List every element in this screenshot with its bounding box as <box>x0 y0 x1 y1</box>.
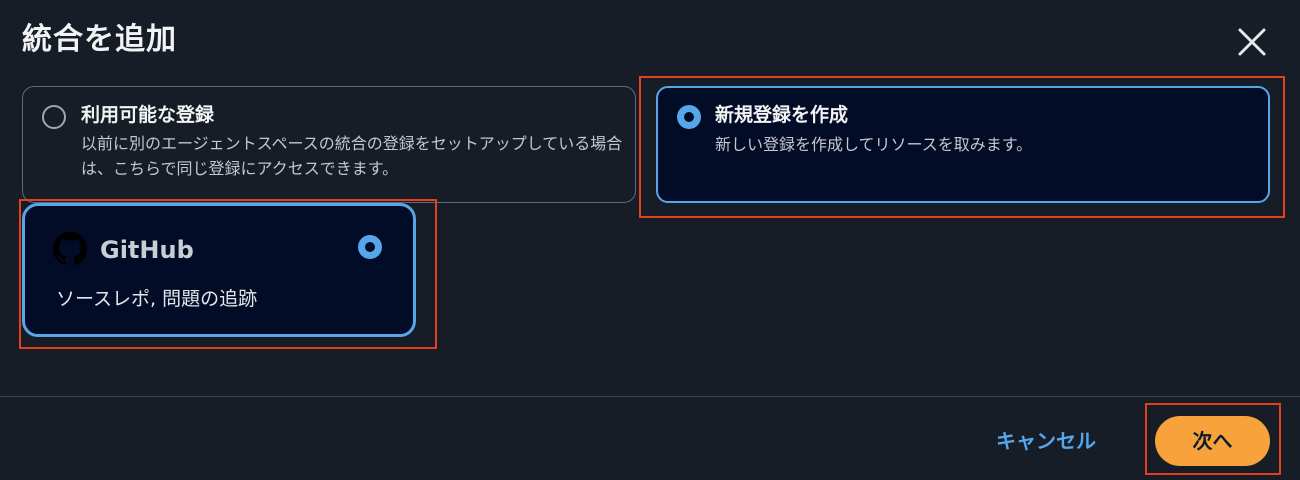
option-existing-description: 以前に別のエージェントスペースの統合の登録をセットアップしている場合は、こちらで… <box>81 134 623 178</box>
option-new-registration[interactable]: 新規登録を作成 新しい登録を作成してリソースを取みます。 <box>656 86 1270 203</box>
option-new-label: 新規登録を作成 <box>715 104 849 126</box>
add-integration-modal: 統合を追加 利用可能な登録 以前に別のエージェントスペースの統合の登録をセットア… <box>0 0 1300 480</box>
footer-divider <box>0 396 1300 397</box>
radio-existing-registration[interactable] <box>42 105 66 129</box>
option-existing-label: 利用可能な登録 <box>81 104 215 126</box>
option-new-description: 新しい登録を作成してリソースを取みます。 <box>715 135 1033 154</box>
close-button[interactable] <box>1232 22 1272 62</box>
provider-description: ソースレポ, 問題の追跡 <box>56 288 258 310</box>
option-existing-registration[interactable]: 利用可能な登録 以前に別のエージェントスペースの統合の登録をセットアップしている… <box>22 86 636 203</box>
cancel-button[interactable]: キャンセル <box>990 422 1102 460</box>
radio-github[interactable] <box>358 235 382 259</box>
provider-card-github[interactable]: GitHub ソースレポ, 問題の追跡 <box>22 203 416 337</box>
next-button[interactable]: 次へ <box>1155 416 1270 466</box>
provider-name: GitHub <box>100 236 194 264</box>
close-icon <box>1238 28 1266 56</box>
radio-new-registration[interactable] <box>677 105 701 129</box>
github-icon <box>53 232 87 266</box>
modal-title: 統合を追加 <box>22 22 177 57</box>
